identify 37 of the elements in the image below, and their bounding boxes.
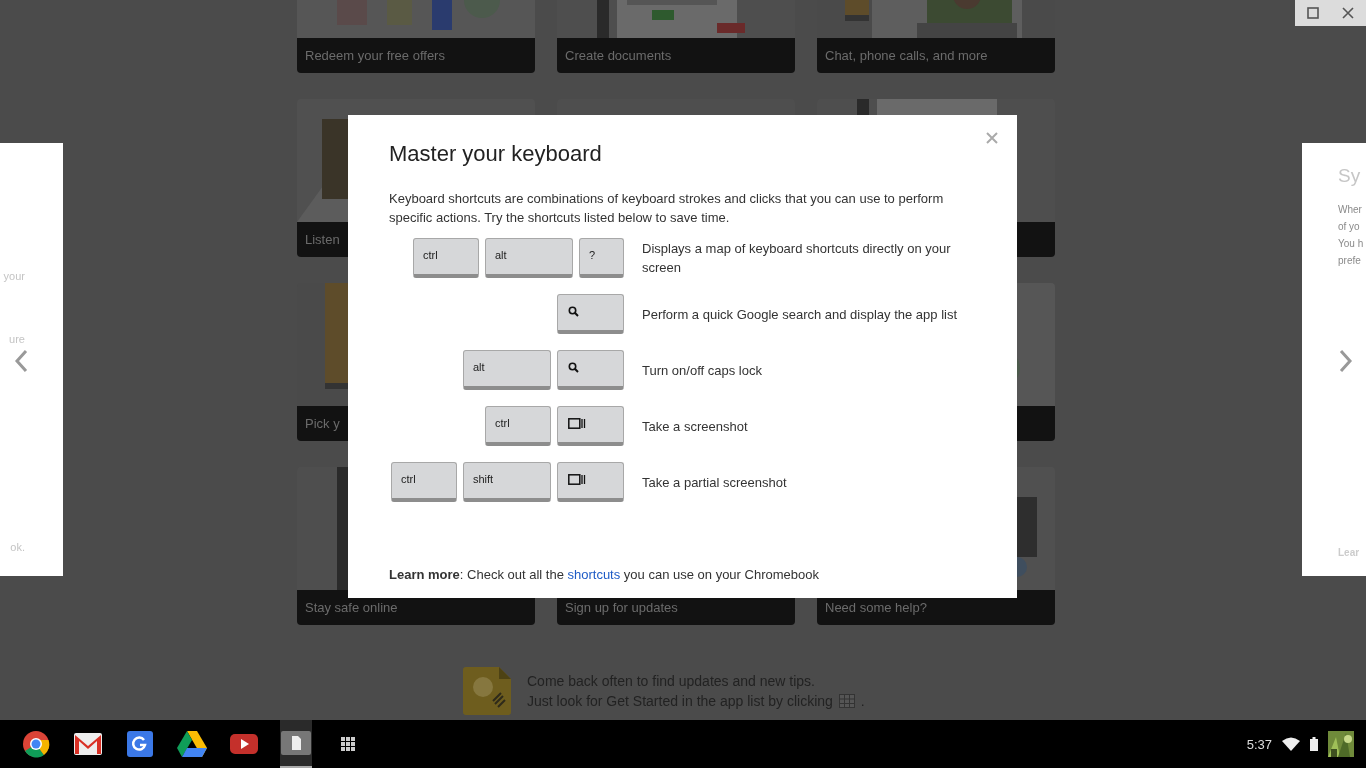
card-text: your: [3, 270, 25, 282]
tile-caption: Redeem your free offers: [305, 48, 445, 63]
tile-caption: Chat, phone calls, and more: [825, 48, 988, 63]
tile-caption: Listen: [305, 232, 340, 247]
tile-caption: Need some help?: [825, 600, 927, 615]
shortcuts-link[interactable]: shortcuts: [567, 567, 621, 582]
card-text: You h: [1338, 237, 1365, 251]
shortcut-description: Perform a quick Google search and display the app list: [642, 305, 959, 324]
keyboard-key: alt: [485, 238, 573, 278]
tile-caption: Sign up for updates: [565, 600, 678, 615]
footer-text: Learn more: Check out all the shortcuts you can use on your Chromebook: [389, 567, 820, 582]
keyboard-key: ctrl: [391, 462, 457, 502]
keyboard-key: alt: [463, 350, 551, 390]
keyboard-key: ?: [579, 238, 624, 278]
tile-caption: Pick y: [305, 416, 340, 431]
clock-time[interactable]: 5:37: [1246, 736, 1272, 752]
keyboard-key: shift: [463, 462, 551, 502]
tile-card[interactable]: Create documents: [557, 0, 795, 73]
card-text: Wher: [1338, 203, 1363, 217]
card-text: ure: [9, 333, 25, 345]
keyboard-key: ctrl: [413, 238, 479, 278]
card-text: of yo: [1338, 220, 1361, 234]
shortcut-description: Take a screenshot: [642, 417, 749, 436]
tile-card[interactable]: Chat, phone calls, and more: [817, 0, 1055, 73]
tip-text: .: [860, 692, 865, 711]
card-text: ok.: [10, 541, 25, 553]
dialog-description: Keyboard shortcuts are combinations of keyboard strokes and clicks that you can use to perform specific actions. Try the shortcuts listed below to save time.: [389, 190, 945, 227]
shortcut-description: Turn on/off caps lock: [642, 361, 763, 380]
tile-card[interactable]: Redeem your free offers: [297, 0, 535, 73]
card-title: Sy: [1338, 165, 1362, 187]
card-text: prefe: [1338, 254, 1362, 268]
dialog-title: Master your keyboard: [389, 141, 603, 167]
tile-caption: Create documents: [565, 48, 672, 63]
keyboard-key: ctrl: [485, 406, 551, 446]
shortcut-description: Take a partial screenshot: [642, 473, 788, 492]
shortcut-description: Displays a map of keyboard shortcuts directly on your screen: [642, 240, 952, 277]
tile-caption: Stay safe online: [305, 600, 398, 615]
